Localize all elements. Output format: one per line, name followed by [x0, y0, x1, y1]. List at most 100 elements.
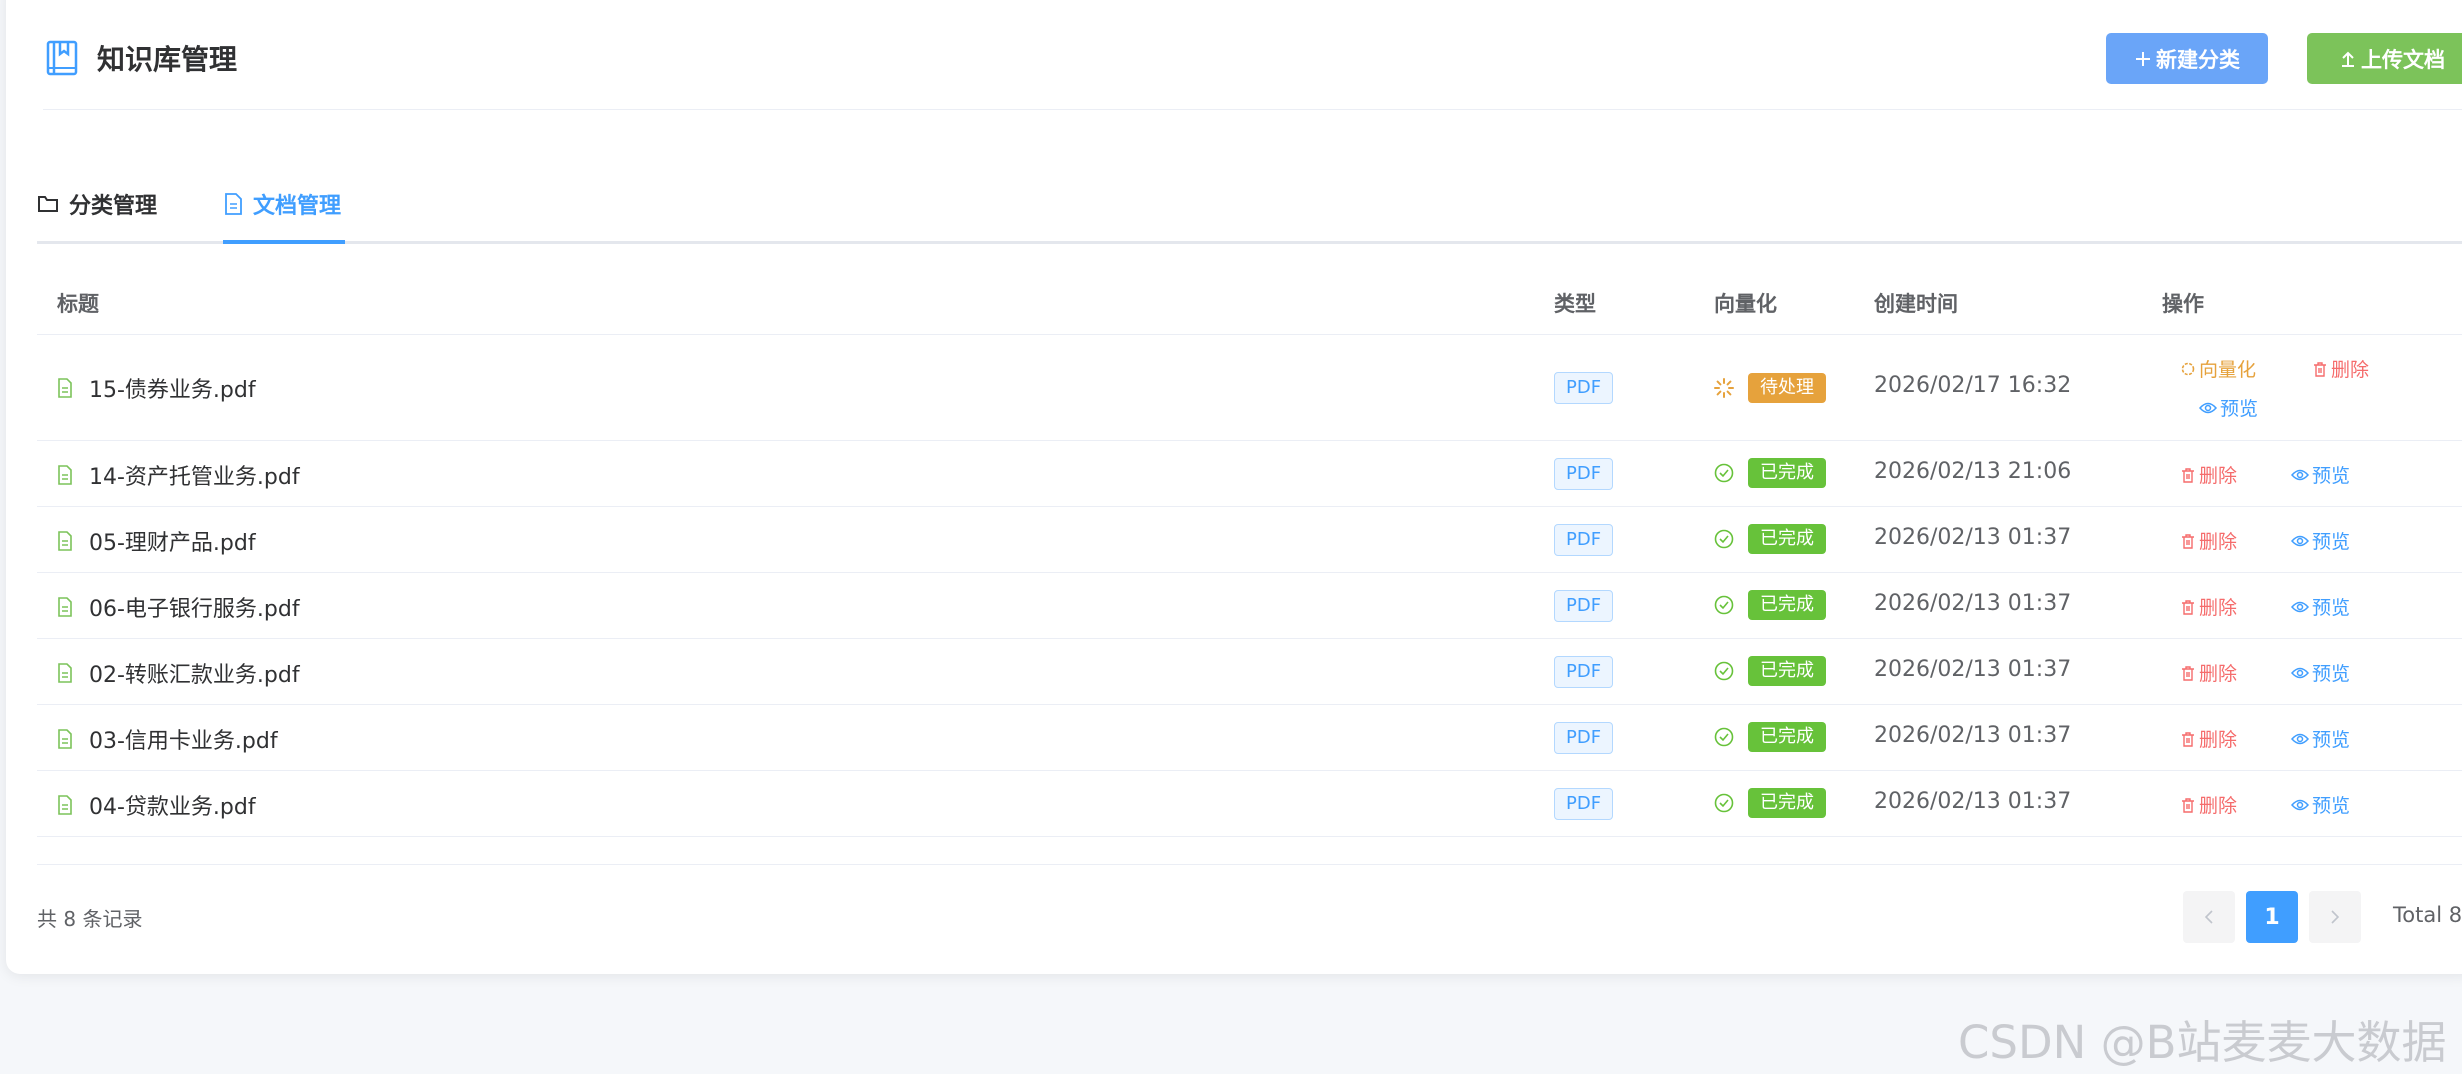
status-badge: 已完成: [1748, 590, 1826, 620]
row-title: 03-信用卡业务.pdf: [57, 723, 278, 755]
row-type: PDF: [1554, 524, 1614, 556]
delete-label: 删除: [2199, 597, 2238, 619]
check-circle-icon: [1714, 727, 1734, 747]
column-title: 标题: [57, 292, 99, 316]
page-title: 知识库管理: [43, 38, 237, 78]
eye-icon: [2291, 535, 2309, 546]
row-title-text: 15-债券业务.pdf: [89, 378, 256, 403]
delete-label: 删除: [2331, 359, 2370, 381]
file-icon: [58, 597, 72, 617]
type-tag: PDF: [1554, 524, 1614, 556]
tab-divider: [37, 241, 2462, 244]
preview-button[interactable]: 预览: [2291, 593, 2350, 620]
row-type: PDF: [1554, 656, 1614, 688]
trash-icon: [2314, 361, 2326, 377]
file-icon: [58, 795, 72, 815]
delete-label: 删除: [2199, 531, 2238, 553]
delete-button[interactable]: 删除: [2180, 791, 2237, 818]
vectorize-button[interactable]: 向量化: [2180, 355, 2256, 382]
preview-label: 预览: [2312, 531, 2351, 553]
type-tag: PDF: [1554, 788, 1614, 820]
row-title-text: 04-贷款业务.pdf: [89, 795, 256, 820]
prev-page-button[interactable]: [2183, 891, 2235, 943]
watermark: CSDN @B站麦麦大数据: [1958, 1016, 2447, 1069]
upload-document-button[interactable]: 上传文档: [2307, 33, 2462, 84]
tab-bar: 分类管理 文档管理: [37, 170, 2462, 244]
row-title: 06-电子银行服务.pdf: [57, 591, 300, 623]
document-table: 标题 类型 向量化 创建时间 操作 15-债券业务.pdf PDF 待处理 20…: [37, 264, 2462, 837]
delete-button[interactable]: 删除: [2180, 593, 2237, 620]
delete-button[interactable]: 删除: [2180, 725, 2237, 752]
row-title-text: 02-转账汇款业务.pdf: [89, 663, 300, 688]
row-title-text: 03-信用卡业务.pdf: [89, 729, 278, 754]
tab-document-label: 文档管理: [253, 194, 342, 219]
row-vector-status: 已完成: [1714, 722, 1826, 752]
preview-label: 预览: [2312, 465, 2351, 487]
tab-category-management[interactable]: 分类管理: [37, 188, 157, 220]
delete-button[interactable]: 删除: [2180, 461, 2237, 488]
column-created-time: 创建时间: [1874, 292, 1958, 316]
record-count: 共 8 条记录: [37, 907, 143, 931]
row-title: 05-理财产品.pdf: [57, 525, 256, 557]
type-tag: PDF: [1554, 458, 1614, 490]
row-title-text: 14-资产托管业务.pdf: [89, 465, 300, 490]
page-title-text: 知识库管理: [97, 43, 238, 76]
type-tag: PDF: [1554, 372, 1614, 404]
row-vector-status: 已完成: [1714, 524, 1826, 554]
status-badge: 已完成: [1748, 656, 1826, 686]
trash-icon: [2182, 599, 2194, 615]
table-row: 03-信用卡业务.pdf PDF 已完成 2026/02/13 01:37 删除…: [37, 705, 2462, 771]
eye-icon: [2291, 667, 2309, 678]
preview-button[interactable]: 预览: [2199, 394, 2258, 421]
trash-icon: [2182, 665, 2194, 681]
delete-button[interactable]: 删除: [2180, 659, 2237, 686]
check-circle-icon: [1714, 463, 1734, 483]
file-icon: [58, 531, 72, 551]
tab-document-management[interactable]: 文档管理: [223, 188, 341, 220]
file-icon: [58, 729, 72, 749]
row-created-time: 2026/02/13 01:37: [1874, 657, 2072, 682]
status-badge: 已完成: [1748, 458, 1826, 488]
row-vector-status: 待处理: [1714, 373, 1826, 403]
eye-icon: [2291, 799, 2309, 810]
next-page-button[interactable]: [2309, 891, 2361, 943]
preview-button[interactable]: 预览: [2291, 461, 2350, 488]
tab-category-label: 分类管理: [69, 194, 158, 219]
folder-icon: [38, 196, 58, 212]
vectorize-label: 向量化: [2199, 359, 2257, 381]
new-category-button[interactable]: 新建分类: [2106, 33, 2268, 84]
preview-button[interactable]: 预览: [2291, 725, 2350, 752]
column-vectorization: 向量化: [1714, 292, 1777, 316]
row-title: 15-债券业务.pdf: [57, 372, 256, 404]
page-number-button[interactable]: 1: [2246, 891, 2298, 943]
row-title-text: 05-理财产品.pdf: [89, 531, 256, 556]
row-type: PDF: [1554, 590, 1614, 622]
preview-button[interactable]: 预览: [2291, 791, 2350, 818]
eye-icon: [2199, 402, 2217, 413]
delete-label: 删除: [2199, 663, 2238, 685]
table-row: 02-转账汇款业务.pdf PDF 已完成 2026/02/13 01:37 删…: [37, 639, 2462, 705]
row-type: PDF: [1554, 788, 1614, 820]
document-icon: [225, 193, 242, 215]
delete-button[interactable]: 删除: [2312, 355, 2369, 382]
table-row: 04-贷款业务.pdf PDF 已完成 2026/02/13 01:37 删除 …: [37, 771, 2462, 837]
plus-icon: [2136, 51, 2150, 66]
row-vector-status: 已完成: [1714, 590, 1826, 620]
preview-label: 预览: [2312, 795, 2351, 817]
preview-button[interactable]: 预览: [2291, 527, 2350, 554]
preview-label: 预览: [2312, 597, 2351, 619]
upload-icon: [2342, 51, 2354, 67]
delete-button[interactable]: 删除: [2180, 527, 2237, 554]
row-title-text: 06-电子银行服务.pdf: [89, 597, 300, 622]
eye-icon: [2291, 733, 2309, 744]
row-created-time: 2026/02/17 16:32: [1874, 373, 2072, 398]
preview-button[interactable]: 预览: [2291, 659, 2350, 686]
row-created-time: 2026/02/13 01:37: [1874, 525, 2072, 550]
row-title: 14-资产托管业务.pdf: [57, 459, 300, 491]
pagination-total: Total 8: [2393, 903, 2462, 927]
preview-label: 预览: [2220, 398, 2259, 420]
status-badge: 已完成: [1748, 524, 1826, 554]
trash-icon: [2182, 533, 2194, 549]
row-type: PDF: [1554, 372, 1614, 404]
table-header: 标题 类型 向量化 创建时间 操作: [37, 264, 2462, 335]
